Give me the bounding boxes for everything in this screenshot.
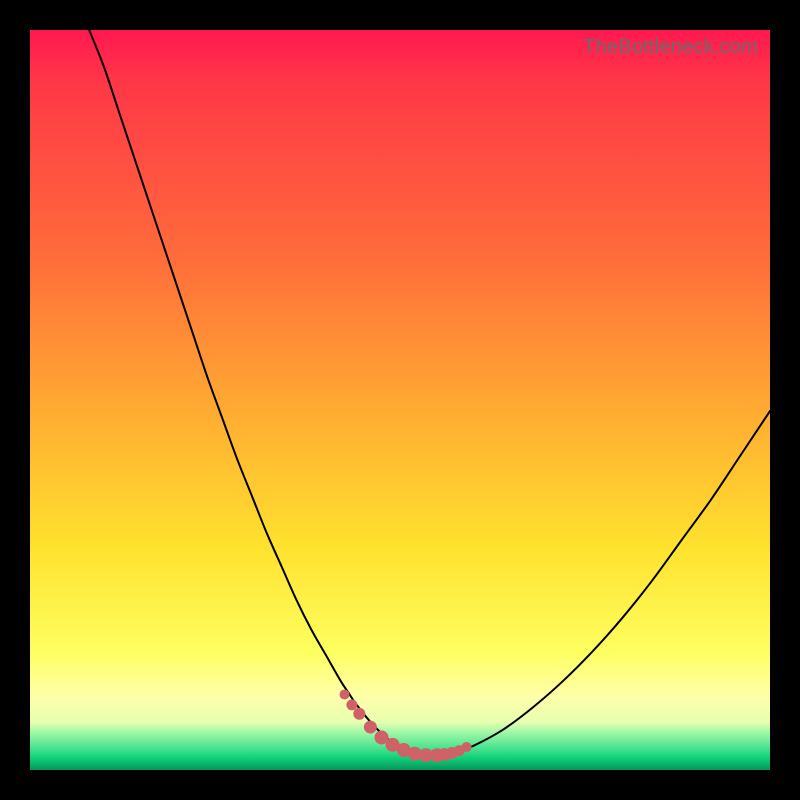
marker-dot <box>346 699 357 710</box>
bottleneck-curve <box>89 30 770 755</box>
marker-dot <box>364 721 377 734</box>
outer-frame: TheBottleneck.com <box>0 0 800 800</box>
marker-group <box>340 690 472 763</box>
marker-dot <box>340 690 350 700</box>
marker-dot <box>462 742 472 752</box>
marker-dot <box>353 708 365 720</box>
chart-svg <box>30 30 770 770</box>
plot-area: TheBottleneck.com <box>30 30 770 770</box>
